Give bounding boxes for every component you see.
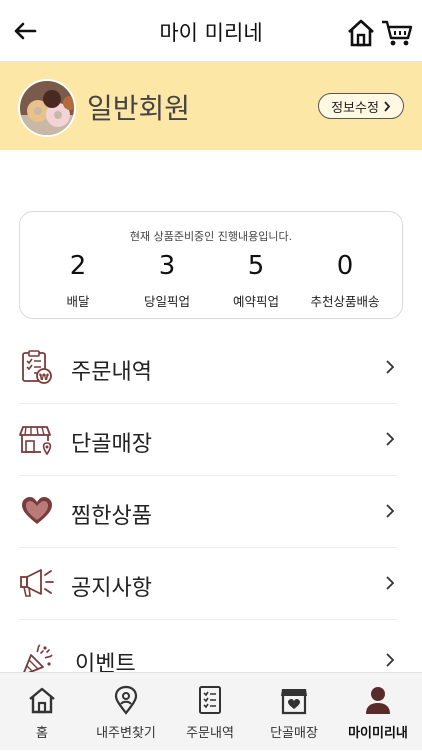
menu-label: 공지사항 bbox=[71, 576, 152, 601]
tab-favorite-store[interactable]: 단골매장 bbox=[252, 673, 336, 751]
tab-order-history[interactable]: 주문내역 bbox=[168, 673, 252, 751]
home-icon[interactable] bbox=[346, 18, 376, 48]
tab-label: 마이미리내 bbox=[348, 726, 408, 741]
status-reserved-pickup[interactable]: 5 예약픽업 bbox=[208, 250, 304, 310]
order-history-icon: ₩ bbox=[22, 350, 52, 384]
tab-home[interactable]: 홈 bbox=[0, 673, 84, 751]
avatar bbox=[18, 79, 76, 137]
status-label: 당일픽업 bbox=[143, 294, 190, 309]
chevron-right-icon bbox=[386, 576, 395, 590]
menu-label: 주문내역 bbox=[71, 360, 152, 385]
status-label: 예약픽업 bbox=[232, 294, 279, 309]
menu-item-notice[interactable]: 공지사항 bbox=[19, 548, 397, 620]
megaphone-icon bbox=[20, 569, 54, 597]
status-count: 5 bbox=[247, 251, 265, 281]
status-label: 추천상품배송 bbox=[310, 294, 380, 309]
order-status-card: 현재 상품준비중인 진행내용입니다. 2 배달 3 당일픽업 5 예약픽업 0 … bbox=[19, 211, 403, 319]
favorite-store-icon bbox=[19, 426, 52, 456]
store-heart-icon bbox=[281, 689, 307, 715]
menu-item-order-history[interactable]: ₩ 주문내역 bbox=[19, 332, 397, 404]
status-same-day-pickup[interactable]: 3 당일픽업 bbox=[119, 250, 215, 310]
home-icon bbox=[29, 687, 55, 714]
status-recommended-shipping[interactable]: 0 추천상품배송 bbox=[297, 250, 393, 310]
status-delivery[interactable]: 2 배달 bbox=[30, 250, 126, 310]
menu-item-wishlist[interactable]: 찜한상품 bbox=[19, 476, 397, 548]
status-count: 3 bbox=[158, 251, 176, 281]
top-app-bar: 마이 미리네 bbox=[0, 0, 422, 62]
status-label: 배달 bbox=[66, 294, 90, 309]
status-count: 0 bbox=[336, 251, 354, 281]
edit-profile-button[interactable]: 정보수정 bbox=[318, 93, 404, 119]
tab-label: 주문내역 bbox=[186, 726, 234, 741]
menu-item-favorite-store[interactable]: 단골매장 bbox=[19, 404, 397, 476]
member-level: 일반회원 bbox=[87, 92, 191, 125]
tab-label: 홈 bbox=[36, 726, 48, 741]
heart-icon bbox=[22, 497, 52, 524]
chevron-right-icon bbox=[386, 653, 395, 667]
bottom-tab-bar: 홈 내주변찾기 주문내역 단골매장 마이미리내 bbox=[0, 672, 422, 750]
menu-label: 찜한상품 bbox=[71, 504, 152, 529]
profile-section: 일반회원 정보수정 bbox=[0, 62, 422, 150]
person-icon bbox=[366, 687, 390, 714]
receipt-icon bbox=[199, 686, 221, 714]
status-count: 2 bbox=[69, 251, 87, 281]
chevron-right-icon bbox=[384, 100, 391, 112]
tab-nearby[interactable]: 내주변찾기 bbox=[84, 673, 168, 751]
chevron-right-icon bbox=[386, 432, 395, 446]
chevron-right-icon bbox=[386, 504, 395, 518]
tab-label: 내주변찾기 bbox=[96, 726, 156, 741]
tab-label: 단골매장 bbox=[270, 726, 318, 741]
svg-text:₩: ₩ bbox=[39, 373, 49, 383]
chevron-right-icon bbox=[386, 360, 395, 374]
cart-icon[interactable] bbox=[380, 18, 414, 48]
mypage-menu: ₩ 주문내역 단골매장 찜한상품 공지사항 이벤트 bbox=[19, 332, 397, 692]
tab-my-mirine[interactable]: 마이미리내 bbox=[336, 673, 420, 751]
menu-label: 단골매장 bbox=[71, 432, 152, 457]
edit-profile-label: 정보수정 bbox=[331, 100, 379, 116]
location-pin-icon bbox=[114, 685, 138, 715]
status-caption: 현재 상품준비중인 진행내용입니다. bbox=[129, 230, 293, 243]
